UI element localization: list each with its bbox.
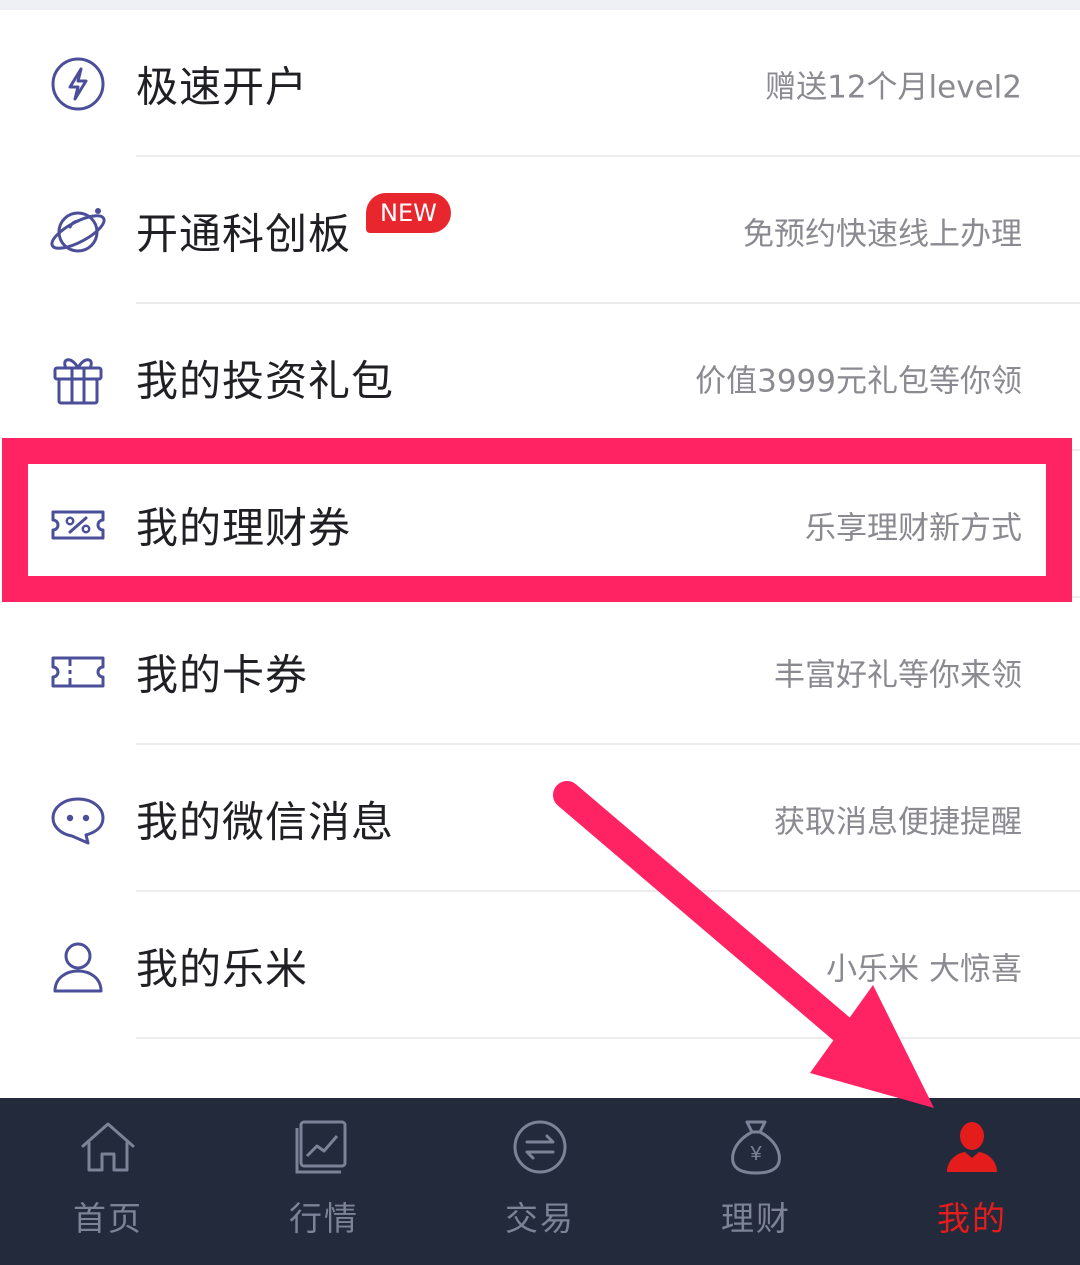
menu-item-subtitle: 免预约快速线上办理	[743, 216, 1022, 252]
menu-item-card-coupon[interactable]: 我的卡券 丰富好礼等你来领	[0, 598, 1080, 745]
user-icon	[48, 936, 108, 996]
lightning-icon	[48, 54, 108, 114]
menu-item-subtitle: 获取消息便捷提醒	[774, 804, 1022, 840]
menu-item-title: 我的微信消息	[136, 797, 395, 846]
tab-label: 交易	[505, 1199, 575, 1238]
menu-item-title: 我的乐米	[136, 944, 309, 993]
tab-mine[interactable]: 我的	[864, 1098, 1080, 1265]
menu-item-title: 开通科创板	[136, 209, 352, 258]
menu-item-subtitle: 乐享理财新方式	[805, 510, 1022, 546]
menu-item-lemi[interactable]: 我的乐米 小乐米 大惊喜	[0, 892, 1080, 1039]
percent-coupon-icon	[48, 495, 108, 555]
home-icon	[77, 1116, 139, 1178]
tab-finance[interactable]: ¥ 理财	[648, 1098, 864, 1265]
chat-bubble-icon	[48, 789, 108, 849]
tab-home[interactable]: 首页	[0, 1098, 216, 1265]
tab-label: 行情	[289, 1199, 359, 1238]
menu-item-title: 我的卡券	[136, 650, 309, 699]
planet-icon	[48, 201, 108, 261]
menu-item-star-market[interactable]: 开通科创板 NEW 免预约快速线上办理	[0, 157, 1080, 304]
chart-icon	[293, 1116, 355, 1178]
menu-item-quick-open-account[interactable]: 极速开户 赠送12个月level2	[0, 10, 1080, 157]
menu-item-subtitle: 赠送12个月level2	[765, 69, 1022, 105]
menu-item-wechat-messages[interactable]: 我的微信消息 获取消息便捷提醒	[0, 745, 1080, 892]
menu-item-title: 极速开户	[136, 62, 309, 111]
ticket-icon	[48, 642, 108, 702]
menu-item-title: 我的投资礼包	[136, 356, 395, 405]
menu-item-finance-coupon[interactable]: 我的理财券 乐享理财新方式	[0, 451, 1080, 598]
menu-item-subtitle: 小乐米 大惊喜	[826, 951, 1022, 987]
menu-list: 极速开户 赠送12个月level2 开通科创板 NEW 免预约快速线上办理 我的…	[0, 10, 1080, 1186]
bottom-tab-bar: 首页 行情 交易 ¥ 理财 我的	[0, 1098, 1080, 1265]
gift-icon	[48, 348, 108, 408]
menu-item-subtitle: 价值3999元礼包等你领	[695, 363, 1022, 399]
top-strip	[0, 0, 1080, 10]
menu-item-investment-gift[interactable]: 我的投资礼包 价值3999元礼包等你领	[0, 304, 1080, 451]
new-badge: NEW	[366, 193, 451, 233]
profile-icon	[941, 1116, 1003, 1178]
menu-item-subtitle: 丰富好礼等你来领	[774, 657, 1022, 693]
tab-market[interactable]: 行情	[216, 1098, 432, 1265]
tab-label: 首页	[73, 1199, 143, 1238]
money-bag-icon: ¥	[725, 1116, 787, 1178]
tab-label: 我的	[937, 1199, 1007, 1238]
menu-item-title: 我的理财券	[136, 503, 352, 552]
tab-label: 理财	[721, 1199, 791, 1238]
svg-text:¥: ¥	[749, 1143, 762, 1165]
tab-trade[interactable]: 交易	[432, 1098, 648, 1265]
exchange-icon	[509, 1116, 571, 1178]
